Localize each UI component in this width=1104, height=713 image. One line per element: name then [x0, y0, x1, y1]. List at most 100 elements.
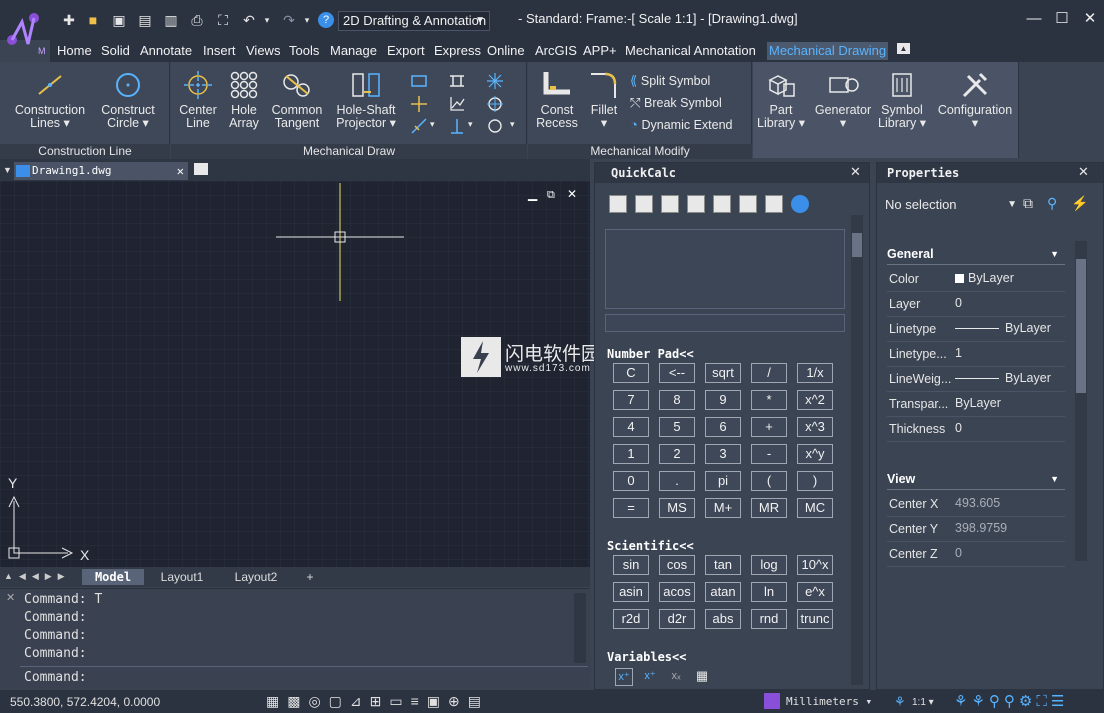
- calculator-icon[interactable]: ▦: [693, 668, 711, 686]
- close-command-icon[interactable]: ✕: [6, 591, 15, 604]
- number-pad-key[interactable]: 6: [705, 417, 741, 437]
- number-pad-key[interactable]: sqrt: [705, 363, 741, 383]
- number-pad-key[interactable]: x^3: [797, 417, 833, 437]
- center-line-button[interactable]: Center Line: [174, 70, 222, 130]
- quick-select-icon[interactable]: ⧉: [1023, 195, 1041, 213]
- scientific-key[interactable]: e^x: [797, 582, 833, 602]
- number-pad-key[interactable]: 1: [613, 444, 649, 464]
- construction-lines-button[interactable]: Construction Lines ▾: [8, 70, 92, 130]
- status-toggle-icons[interactable]: ▦▩◎▢⊿⊞▭≡▣⊕▤: [266, 693, 489, 710]
- clear-icon[interactable]: [609, 195, 627, 213]
- scale-select[interactable]: 1:1 ▾: [912, 697, 934, 708]
- scientific-header[interactable]: Scientific<<: [607, 539, 694, 553]
- number-pad-key[interactable]: -: [751, 444, 787, 464]
- undo-dropdown-icon[interactable]: ▾: [258, 11, 276, 29]
- number-pad-key[interactable]: 0: [613, 471, 649, 491]
- property-row[interactable]: Center Z 0: [887, 542, 1065, 567]
- intersection-icon[interactable]: [765, 195, 783, 213]
- scientific-key[interactable]: log: [751, 555, 787, 575]
- property-row[interactable]: Transpar... ByLayer: [887, 392, 1065, 417]
- number-pad-key[interactable]: 2: [659, 444, 695, 464]
- print-icon[interactable]: ⎙: [188, 11, 206, 29]
- tab-export[interactable]: Export: [387, 42, 425, 60]
- property-row[interactable]: Layer 0: [887, 292, 1065, 317]
- annotation-scale-icon[interactable]: [764, 693, 780, 709]
- number-pad-key[interactable]: 8: [659, 390, 695, 410]
- paste-icon[interactable]: [661, 195, 679, 213]
- property-row[interactable]: Center Y 398.9759: [887, 517, 1065, 542]
- scientific-key[interactable]: d2r: [659, 609, 695, 629]
- property-row[interactable]: Center X 493.605: [887, 492, 1065, 517]
- layout-tab-layout1[interactable]: Layout1: [148, 569, 216, 585]
- construct-circle-button[interactable]: Construct Circle ▾: [92, 70, 164, 130]
- break-symbol-button[interactable]: ⤲ Break Symbol: [630, 95, 722, 111]
- chevron-down-icon[interactable]: ▾: [510, 119, 515, 130]
- tab-list-icon[interactable]: ▼: [3, 165, 12, 175]
- close-window-button[interactable]: ✕: [1076, 8, 1104, 30]
- number-pad-key[interactable]: MC: [797, 498, 833, 518]
- circle-center-tool-icon[interactable]: [486, 95, 504, 113]
- category-view[interactable]: View ▼: [887, 472, 1065, 490]
- layout-nav-arrows-icon[interactable]: ▲◀◀▶▶: [4, 571, 71, 582]
- history-icon[interactable]: [635, 195, 653, 213]
- scientific-key[interactable]: atan: [705, 582, 741, 602]
- scientific-key[interactable]: acos: [659, 582, 695, 602]
- flange-tool-icon[interactable]: [448, 72, 466, 90]
- scientific-key[interactable]: abs: [705, 609, 741, 629]
- property-row[interactable]: Linetype ByLayer: [887, 317, 1065, 342]
- property-row[interactable]: Linetype... 1: [887, 342, 1065, 367]
- scientific-key[interactable]: ln: [751, 582, 787, 602]
- number-pad-key[interactable]: 9: [705, 390, 741, 410]
- tab-mechanical-annotation[interactable]: Mechanical Annotation: [625, 42, 756, 60]
- annotation-visibility-icon[interactable]: ⚘: [894, 694, 906, 710]
- minimize-button[interactable]: —: [1020, 8, 1048, 30]
- workspace-select[interactable]: 2D Drafting & Annotation ▼: [338, 11, 490, 31]
- scientific-key[interactable]: rnd: [751, 609, 787, 629]
- tab-mechanical-drawing[interactable]: Mechanical Drawing: [767, 42, 889, 60]
- number-pad-key[interactable]: =: [613, 498, 649, 518]
- perpendicular-tool-icon[interactable]: [448, 117, 466, 135]
- diagonal-line-tool-icon[interactable]: [410, 117, 428, 135]
- scientific-key[interactable]: asin: [613, 582, 649, 602]
- number-pad-key[interactable]: /: [751, 363, 787, 383]
- scientific-key[interactable]: cos: [659, 555, 695, 575]
- layout-tab-model[interactable]: Model: [82, 569, 144, 585]
- split-symbol-button[interactable]: ⟪ Split Symbol: [630, 73, 710, 89]
- number-pad-key[interactable]: <--: [659, 363, 695, 383]
- save-as-icon[interactable]: ▤: [136, 11, 154, 29]
- number-pad-key[interactable]: MS: [659, 498, 695, 518]
- fillet-button[interactable]: Fillet ▾: [584, 70, 624, 130]
- tab-online[interactable]: Online: [487, 42, 525, 60]
- generator-button[interactable]: Generator ▾: [810, 70, 876, 130]
- tab-annotate[interactable]: Annotate: [140, 42, 192, 60]
- symbol-library-button[interactable]: Symbol Library ▾: [876, 70, 928, 130]
- status-tools-icons[interactable]: ⚘⚘⚲⚲⚙⛶☰: [954, 692, 1068, 710]
- number-pad-key[interactable]: (: [751, 471, 787, 491]
- viewport-restore-icon[interactable]: ⧉: [547, 189, 555, 202]
- edit-variable-icon[interactable]: x⁺: [641, 668, 659, 686]
- help-icon[interactable]: ?: [318, 12, 334, 28]
- selection-dropdown[interactable]: No selection ▼: [885, 195, 1017, 215]
- number-pad-key[interactable]: 7: [613, 390, 649, 410]
- category-general[interactable]: General ▼: [887, 247, 1065, 265]
- const-recess-button[interactable]: Const Recess: [532, 70, 582, 130]
- scroll-thumb[interactable]: [1076, 259, 1086, 393]
- new-tab-icon[interactable]: [194, 163, 208, 175]
- scientific-key[interactable]: trunc: [797, 609, 833, 629]
- select-objects-icon[interactable]: ⚲: [1047, 195, 1065, 213]
- number-pad-key[interactable]: *: [751, 390, 787, 410]
- number-pad-key[interactable]: .: [659, 471, 695, 491]
- properties-scrollbar[interactable]: [1075, 241, 1087, 561]
- chevron-down-icon[interactable]: ▾: [468, 119, 473, 130]
- help-icon[interactable]: [791, 195, 809, 213]
- hole-shaft-projector-button[interactable]: Hole-Shaft Projector ▾: [330, 70, 402, 130]
- part-library-button[interactable]: Part Library ▾: [755, 70, 807, 130]
- tab-app-plus[interactable]: APP+: [583, 42, 617, 60]
- scientific-key[interactable]: 10^x: [797, 555, 833, 575]
- number-pad-key[interactable]: 4: [613, 417, 649, 437]
- ribbon-collapse-icon[interactable]: ▲: [897, 43, 910, 54]
- tab-solid[interactable]: Solid: [101, 42, 130, 60]
- delete-variable-icon[interactable]: xₓ: [667, 668, 685, 686]
- configuration-button[interactable]: Configuration ▾: [932, 70, 1018, 130]
- toggle-pickadd-icon[interactable]: ⚡: [1071, 195, 1089, 213]
